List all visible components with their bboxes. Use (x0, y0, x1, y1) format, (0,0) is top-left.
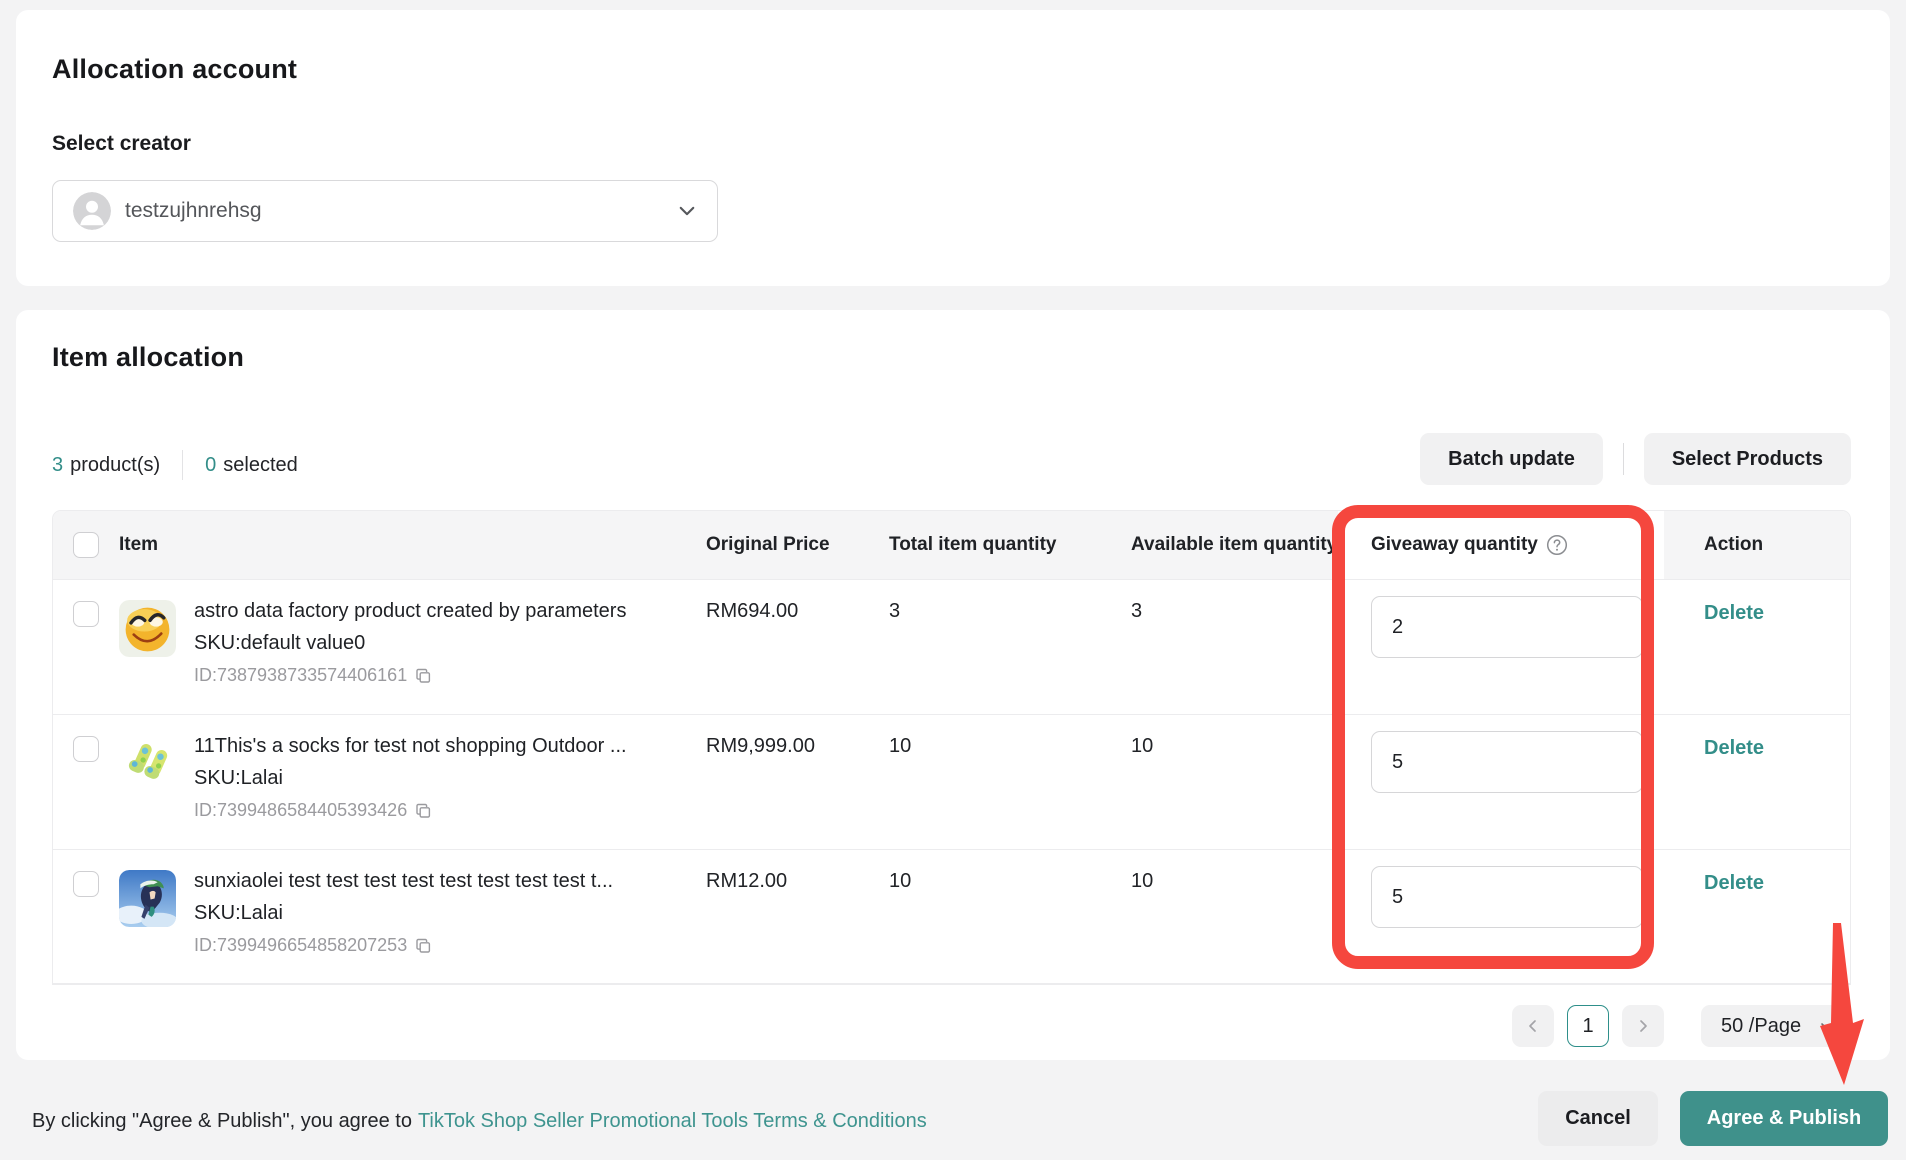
column-header-action: Action (1704, 534, 1763, 555)
product-name: astro data factory product created by pa… (194, 600, 626, 623)
creator-avatar (73, 192, 111, 230)
delete-button[interactable]: Delete (1704, 602, 1764, 625)
giveaway-quantity-input[interactable] (1371, 866, 1643, 928)
available-item-quantity: 3 (1131, 580, 1371, 623)
pagination-page-1-button[interactable]: 1 (1567, 1005, 1609, 1047)
giveaway-quantity-input[interactable] (1371, 731, 1643, 793)
copy-icon[interactable] (414, 667, 432, 685)
product-id: ID:7399496654858207253 (194, 935, 407, 956)
select-all-checkbox[interactable] (73, 532, 99, 558)
chevron-left-icon (1525, 1018, 1541, 1034)
total-item-quantity: 10 (889, 850, 1131, 893)
creator-name: testzujhnrehsg (125, 199, 677, 223)
column-header-total-quantity: Total item quantity (889, 534, 1056, 555)
divider (1623, 443, 1624, 475)
table-row: sunxiaolei test test test test test test… (53, 849, 1850, 984)
select-creator-label: Select creator (52, 132, 191, 156)
row-checkbox[interactable] (73, 736, 99, 762)
select-products-button[interactable]: Select Products (1644, 433, 1851, 485)
product-sku: SKU:Lalai (194, 767, 627, 790)
column-header-original-price: Original Price (706, 534, 830, 555)
copy-icon[interactable] (414, 937, 432, 955)
available-item-quantity: 10 (1131, 850, 1371, 893)
batch-update-button[interactable]: Batch update (1420, 433, 1603, 485)
product-count-label: product(s) (70, 454, 160, 477)
allocation-account-title: Allocation account (52, 54, 297, 85)
page-size-dropdown[interactable]: 50 /Page (1701, 1005, 1851, 1047)
chevron-down-icon (677, 201, 697, 221)
product-sku: SKU:Lalai (194, 902, 613, 925)
pagination: 1 50 /Page (1512, 1005, 1851, 1047)
chevron-down-icon (1819, 1018, 1835, 1034)
product-name: 11This's a socks for test not shopping O… (194, 735, 627, 758)
product-image-character (119, 870, 176, 927)
terms-and-conditions-link[interactable]: TikTok Shop Seller Promotional Tools Ter… (418, 1110, 927, 1132)
copy-icon[interactable] (414, 802, 432, 820)
table-row: 11This's a socks for test not shopping O… (53, 714, 1850, 849)
allocation-account-card: Allocation account Select creator testzu… (16, 10, 1890, 286)
item-allocation-card: Item allocation 3 product(s) 0 selected … (16, 310, 1890, 1060)
product-id: ID:7399486584405393426 (194, 800, 407, 821)
pagination-prev-button[interactable] (1512, 1005, 1554, 1047)
original-price: RM12.00 (706, 850, 889, 893)
item-table: Item Original Price Total item quantity … (52, 510, 1851, 985)
total-item-quantity: 10 (889, 715, 1131, 758)
pagination-next-button[interactable] (1622, 1005, 1664, 1047)
original-price: RM9,999.00 (706, 715, 889, 758)
table-row: astro data factory product created by pa… (53, 579, 1850, 714)
product-name: sunxiaolei test test test test test test… (194, 870, 613, 893)
creator-select-dropdown[interactable]: testzujhnrehsg (52, 180, 718, 242)
agree-and-publish-button[interactable]: Agree & Publish (1680, 1091, 1888, 1146)
column-header-item: Item (119, 534, 158, 555)
agreement-text: By clicking "Agree & Publish", you agree… (32, 1110, 927, 1133)
item-allocation-title: Item allocation (52, 342, 244, 373)
column-header-giveaway-quantity: Giveaway quantity (1371, 534, 1538, 556)
agreement-prefix: By clicking "Agree & Publish", you agree… (32, 1110, 412, 1132)
selected-count-label: selected (223, 454, 298, 477)
product-id: ID:7387938733574406161 (194, 665, 407, 686)
row-checkbox[interactable] (73, 601, 99, 627)
available-item-quantity: 10 (1131, 715, 1371, 758)
original-price: RM694.00 (706, 580, 889, 623)
table-header-row: Item Original Price Total item quantity … (53, 511, 1850, 579)
delete-button[interactable]: Delete (1704, 872, 1764, 895)
selected-count: 0 (205, 454, 216, 477)
question-circle-icon[interactable] (1546, 534, 1568, 556)
product-count: 3 (52, 454, 63, 477)
page-size-value: 50 /Page (1721, 1015, 1801, 1038)
product-image-emoji (119, 600, 176, 657)
selection-summary: 3 product(s) 0 selected (52, 450, 298, 480)
product-sku: SKU:default value0 (194, 632, 626, 655)
giveaway-setup-page: { "colors": { "accent_teal": "#338e89", … (0, 0, 1906, 1160)
product-image-socks (119, 735, 176, 792)
person-icon (73, 192, 111, 230)
giveaway-quantity-input[interactable] (1371, 596, 1643, 658)
delete-button[interactable]: Delete (1704, 737, 1764, 760)
column-header-available-quantity: Available item quantity (1131, 534, 1337, 555)
chevron-right-icon (1635, 1018, 1651, 1034)
total-item-quantity: 3 (889, 580, 1131, 623)
row-checkbox[interactable] (73, 871, 99, 897)
divider (182, 450, 183, 480)
cancel-button[interactable]: Cancel (1538, 1091, 1658, 1146)
